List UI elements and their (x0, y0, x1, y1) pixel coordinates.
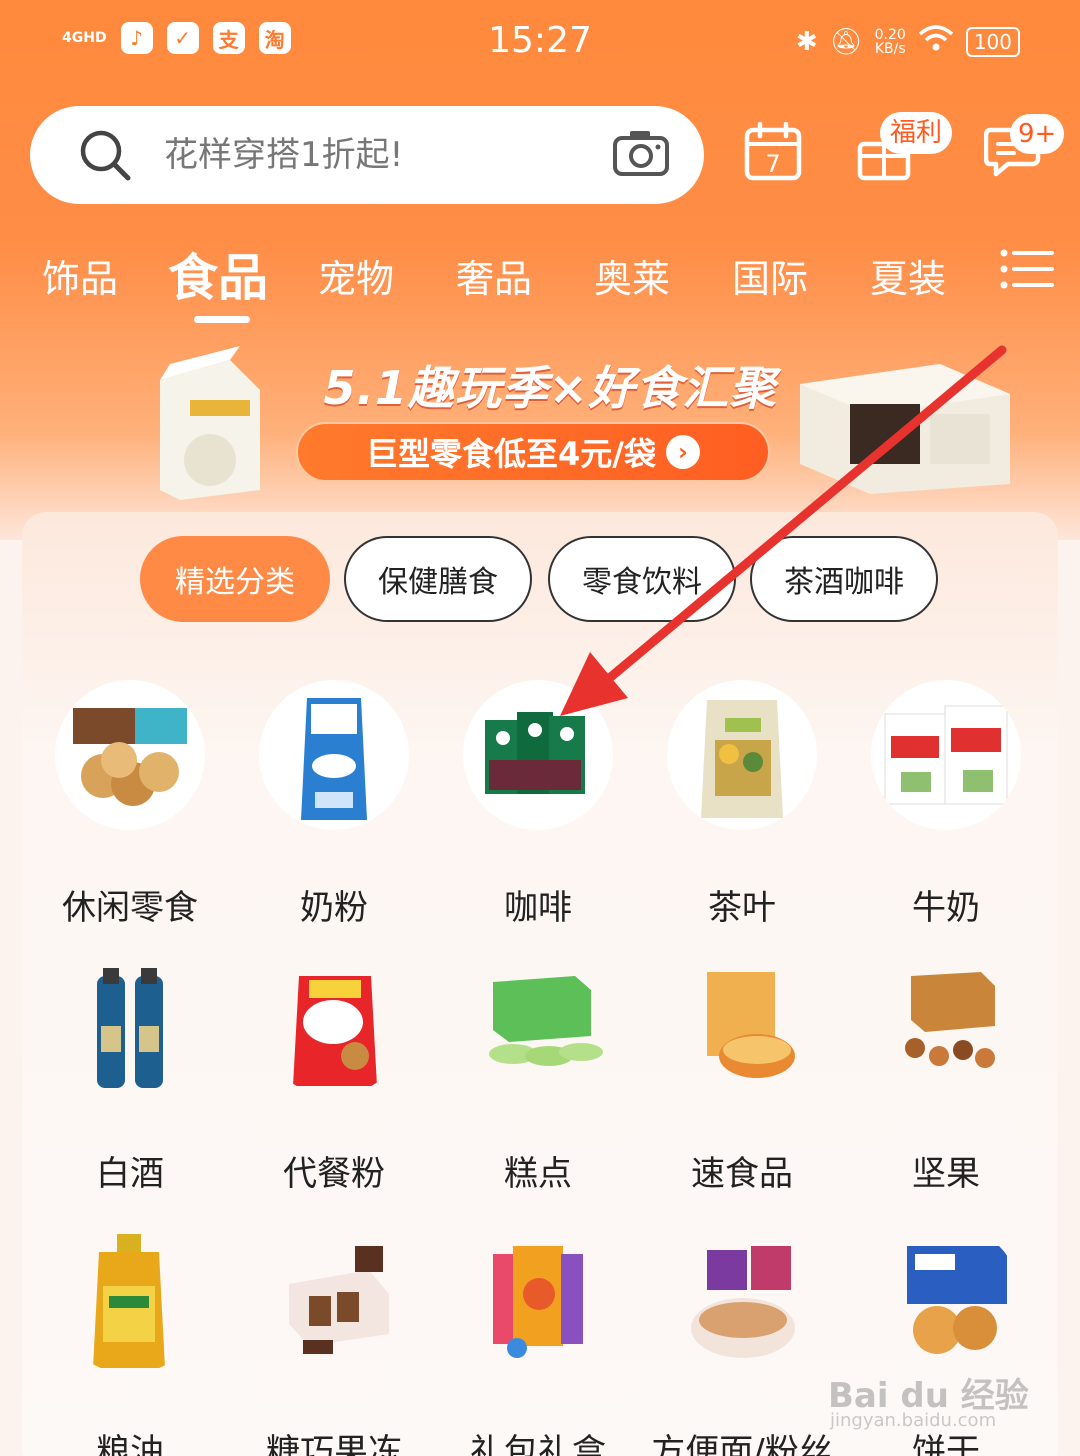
tab-accessories[interactable]: 饰品 (42, 248, 118, 303)
camera-icon[interactable] (612, 128, 670, 178)
category-item-oil[interactable]: 粮油 (30, 1224, 230, 1456)
milk-icon (871, 680, 1021, 830)
watermark-url: jingyan.baidu.com (830, 1410, 997, 1431)
category-label: 糕点 (504, 1154, 572, 1194)
subtab-tea-liquor-coffee[interactable]: 茶酒咖啡 (750, 536, 938, 622)
category-label: 代餐粉 (283, 1154, 385, 1194)
category-item-meal-powder[interactable]: 代餐粉 (234, 946, 434, 1195)
cookies-icon (55, 680, 205, 830)
category-label: 速食品 (691, 1154, 793, 1194)
tab-luxury[interactable]: 奢品 (456, 248, 532, 303)
noodles-icon (667, 1224, 817, 1374)
category-item-milk[interactable]: 牛奶 (846, 680, 1046, 929)
coffee-icon (463, 680, 613, 830)
tab-outlets[interactable]: 奥莱 (594, 248, 670, 303)
welfare-badge[interactable]: 福利 (880, 112, 953, 154)
active-tab-indicator (194, 316, 250, 323)
category-label: 咖啡 (504, 888, 572, 928)
category-label: 牛奶 (912, 888, 980, 928)
subtab-snacks-drinks[interactable]: 零食饮料 (548, 536, 736, 622)
tab-summer-clothes[interactable]: 夏装 (870, 248, 946, 303)
category-item-nuts[interactable]: 坚果 (846, 946, 1046, 1195)
tab-food[interactable]: 食品 (168, 238, 268, 310)
category-item-coffee[interactable]: 咖啡 (438, 680, 638, 929)
net-speed: 0.20 KB/s (875, 28, 906, 56)
mute-bell-icon: 🔕︎ (829, 26, 863, 57)
subtab-health-diet[interactable]: 保健膳食 (344, 536, 532, 622)
nuts-icon (871, 946, 1021, 1096)
category-label: 粮油 (96, 1432, 164, 1456)
search-input[interactable] (164, 126, 584, 184)
category-item-noodles[interactable]: 方便面/粉丝 (642, 1224, 842, 1456)
category-label: 休闲零食 (62, 888, 198, 928)
instant-food-icon (667, 946, 817, 1096)
tab-pets[interactable]: 宠物 (318, 248, 394, 303)
category-label: 奶粉 (300, 888, 368, 928)
category-item-pastry[interactable]: 糕点 (438, 946, 638, 1195)
battery-indicator: 100 (965, 26, 1020, 57)
category-label: 糖巧果冻 (266, 1432, 402, 1456)
search-icon (80, 130, 131, 181)
category-label: 礼包礼盒 (470, 1432, 606, 1456)
category-label: 方便面/粉丝 (651, 1432, 833, 1456)
menu-icon[interactable] (1000, 248, 1054, 290)
banner-title: 5.1趣玩季×好食汇聚 (323, 361, 777, 415)
bluetooth-icon: ✱ (795, 26, 818, 57)
tab-international[interactable]: 国际 (732, 248, 808, 303)
wifi-icon (918, 24, 954, 59)
category-label: 茶叶 (708, 888, 776, 928)
tea-icon (667, 680, 817, 830)
meal-powder-icon (259, 946, 409, 1096)
biscuits-icon (871, 1224, 1021, 1374)
net-speed-unit: KB/s (874, 40, 906, 57)
oil-icon (55, 1224, 205, 1374)
candy-icon (259, 1224, 409, 1374)
milk-carton-image (160, 346, 260, 500)
category-label: 白酒 (96, 1154, 164, 1194)
banner-cta-label: 巨型零食低至4元/袋 (366, 435, 656, 473)
pastry-icon (463, 946, 613, 1096)
net-speed-value: 0.20 (874, 26, 906, 43)
status-bar: 4GHD ♪ ✓ 支 淘 15:27 ✱ 🔕︎ 0.20 KB/s 100 (0, 0, 1080, 84)
category-label: 坚果 (912, 1154, 980, 1194)
category-item-gift-box[interactable]: 礼包礼盒 (438, 1224, 638, 1456)
category-item-milk-powder[interactable]: 奶粉 (234, 680, 434, 929)
category-item-liquor[interactable]: 白酒 (30, 946, 230, 1195)
banner-cta-button[interactable]: 巨型零食低至4元/袋 › (296, 422, 770, 482)
milk-powder-icon (259, 680, 409, 830)
category-item-instant-food[interactable]: 速食品 (642, 946, 842, 1195)
arrow-right-icon: › (665, 435, 700, 469)
category-tabs: 饰品 食品 宠物 奢品 奥莱 国际 夏装 (0, 238, 980, 307)
category-item-snacks[interactable]: 休闲零食 (30, 680, 230, 929)
message-count-badge[interactable]: 9+ (1010, 114, 1065, 154)
subtab-featured[interactable]: 精选分类 (140, 536, 330, 622)
category-item-candy[interactable]: 糖巧果冻 (234, 1224, 434, 1456)
snack-box-image (800, 364, 1010, 494)
search-bar[interactable] (30, 106, 704, 204)
gift-box-icon (463, 1224, 613, 1374)
liquor-icon (55, 946, 205, 1096)
calendar-day: 7 (765, 150, 780, 178)
category-item-tea[interactable]: 茶叶 (642, 680, 842, 929)
calendar-icon[interactable]: 7 (744, 122, 802, 182)
promo-banner[interactable]: 5.1趣玩季×好食汇聚 巨型零食低至4元/袋 › (0, 330, 1080, 500)
